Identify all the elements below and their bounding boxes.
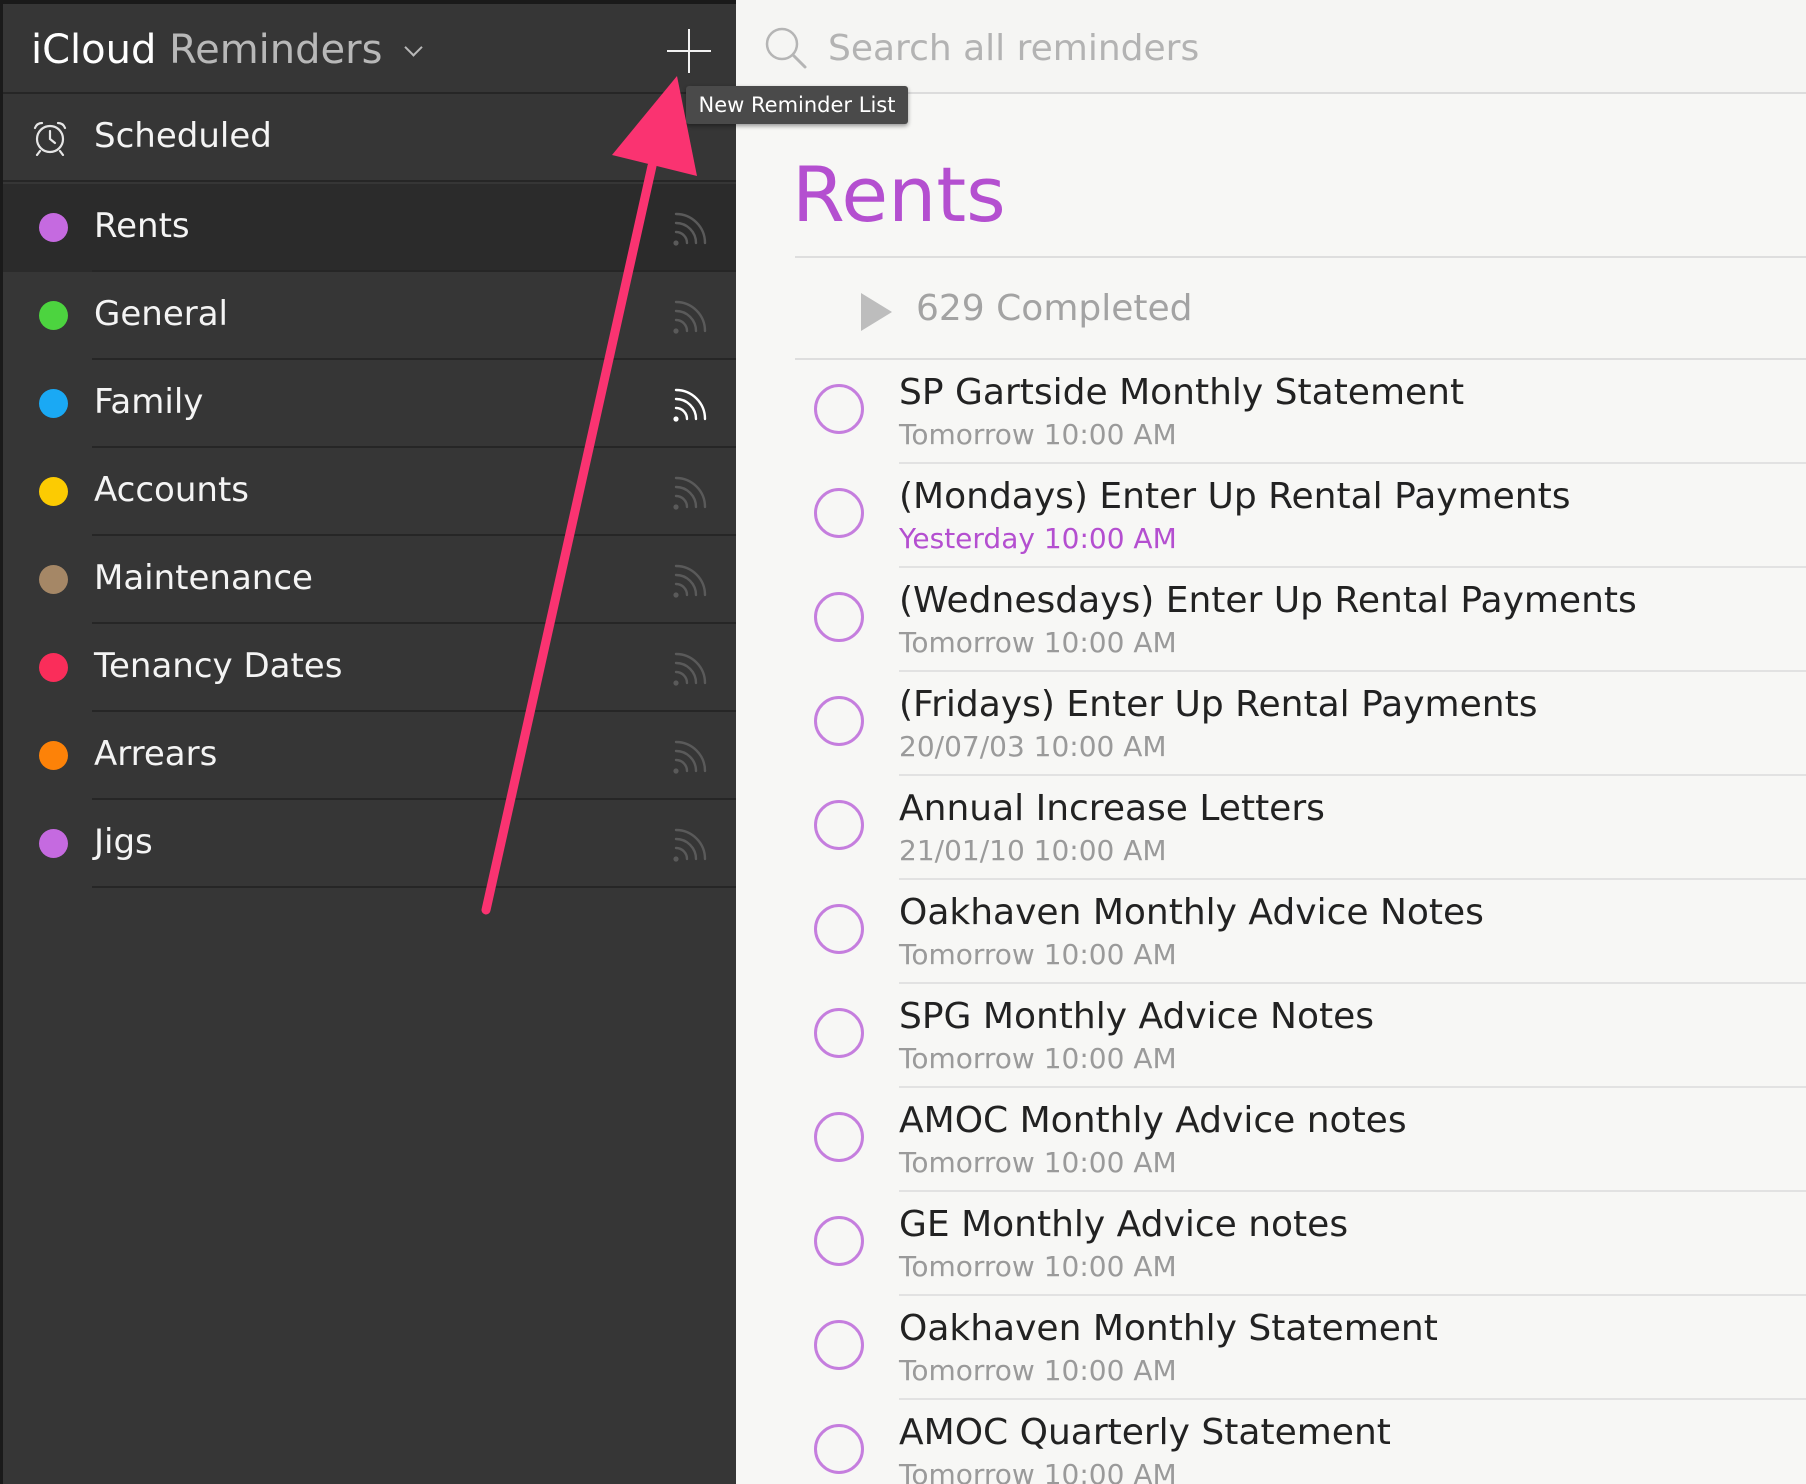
list-color-dot [39, 565, 68, 594]
reminder-due-date: Yesterday 10:00 AM [899, 522, 1177, 555]
list-color-dot [39, 389, 68, 418]
reminder-due-date: 20/07/03 10:00 AM [899, 730, 1167, 763]
reminder-item[interactable]: Annual Increase Letters 21/01/10 10:00 AM [736, 776, 1806, 880]
main-content: Rents 629 Completed SP Gartside Monthly … [736, 0, 1806, 1484]
reminder-due-date: Tomorrow 10:00 AM [899, 1354, 1177, 1387]
complete-checkbox[interactable] [814, 904, 864, 954]
shared-icon[interactable] [671, 296, 711, 340]
list-title: Rents [792, 150, 1006, 239]
reminder-item[interactable]: SPG Monthly Advice Notes Tomorrow 10:00 A… [736, 984, 1806, 1088]
complete-checkbox[interactable] [814, 800, 864, 850]
sidebar-item-label: Accounts [94, 470, 249, 510]
sidebar: iCloud Reminders Scheduled Rents General F… [0, 0, 736, 1484]
sidebar-item-label: Arrears [94, 734, 218, 774]
reminder-title[interactable]: SP Gartside Monthly Statement [899, 372, 1464, 413]
reminder-item[interactable]: (Fridays) Enter Up Rental Payments 20/07/… [736, 672, 1806, 776]
search-input[interactable] [826, 22, 1730, 74]
reminder-title[interactable]: (Mondays) Enter Up Rental Payments [899, 476, 1570, 517]
complete-checkbox[interactable] [814, 592, 864, 642]
reminder-due-date: Tomorrow 10:00 AM [899, 626, 1177, 659]
sidebar-item-label: Jigs [94, 822, 153, 862]
reminder-title[interactable]: AMOC Monthly Advice notes [899, 1100, 1407, 1141]
reminder-title[interactable]: (Fridays) Enter Up Rental Payments [899, 684, 1537, 725]
reminder-due-date: 21/01/10 10:00 AM [899, 834, 1167, 867]
list-color-dot [39, 653, 68, 682]
reminder-due-date: Tomorrow 10:00 AM [899, 1250, 1177, 1283]
sidebar-item-list[interactable]: Accounts [3, 448, 736, 536]
sidebar-item-list[interactable]: Family [3, 360, 736, 448]
reminder-item[interactable]: AMOC Quarterly Statement Tomorrow 10:00 A… [736, 1400, 1806, 1484]
search-bar [736, 0, 1806, 94]
sidebar-item-label: Family [94, 382, 204, 422]
sidebar-item-label: General [94, 294, 228, 334]
sidebar-item-list[interactable]: Jigs [3, 800, 736, 888]
brand-label: iCloud [31, 27, 157, 73]
reminder-due-date: Tomorrow 10:00 AM [899, 418, 1177, 451]
sidebar-item-label: Scheduled [94, 116, 272, 156]
reminder-item[interactable]: GE Monthly Advice notes Tomorrow 10:00 AM [736, 1192, 1806, 1296]
reminder-due-date: Tomorrow 10:00 AM [899, 1458, 1177, 1484]
shared-icon[interactable] [671, 560, 711, 604]
reminder-item[interactable]: AMOC Monthly Advice notes Tomorrow 10:00 … [736, 1088, 1806, 1192]
app-switcher[interactable]: iCloud Reminders [31, 26, 423, 74]
shared-icon[interactable] [671, 648, 711, 692]
reminder-item[interactable]: Oakhaven Monthly Advice Notes Tomorrow 10… [736, 880, 1806, 984]
sidebar-header: iCloud Reminders [3, 4, 736, 94]
shared-icon[interactable] [671, 824, 711, 868]
reminder-title[interactable]: Oakhaven Monthly Advice Notes [899, 892, 1484, 933]
shared-icon[interactable] [671, 384, 711, 428]
sidebar-item-scheduled[interactable]: Scheduled [3, 94, 736, 182]
reminder-title[interactable]: Annual Increase Letters [899, 788, 1325, 829]
reminder-item[interactable]: (Wednesdays) Enter Up Rental Payments Tom… [736, 568, 1806, 672]
reminder-title[interactable]: Oakhaven Monthly Statement [899, 1308, 1438, 1349]
list-color-dot [39, 829, 68, 858]
complete-checkbox[interactable] [814, 488, 864, 538]
list-color-dot [39, 477, 68, 506]
reminder-title[interactable]: GE Monthly Advice notes [899, 1204, 1348, 1245]
sidebar-item-list[interactable]: Rents [3, 184, 736, 272]
sidebar-item-list[interactable]: Maintenance [3, 536, 736, 624]
reminder-due-date: Tomorrow 10:00 AM [899, 1146, 1177, 1179]
sidebar-item-label: Tenancy Dates [94, 646, 343, 686]
complete-checkbox[interactable] [814, 384, 864, 434]
reminder-due-date: Tomorrow 10:00 AM [899, 938, 1177, 971]
sidebar-item-list[interactable]: General [3, 272, 736, 360]
reminder-item[interactable]: SP Gartside Monthly Statement Tomorrow 10… [736, 360, 1806, 464]
list-color-dot [39, 213, 68, 242]
app-name: Reminders [169, 27, 383, 73]
divider [92, 886, 736, 888]
reminder-title[interactable]: AMOC Quarterly Statement [899, 1412, 1391, 1453]
sidebar-item-label: Maintenance [94, 558, 313, 598]
new-reminder-list-button[interactable] [667, 29, 711, 73]
alarm-clock-icon [33, 121, 67, 156]
completed-toggle[interactable]: 629 Completed [795, 258, 1806, 360]
reminder-title[interactable]: (Wednesdays) Enter Up Rental Payments [899, 580, 1637, 621]
sidebar-item-list[interactable]: Arrears [3, 712, 736, 800]
completed-count: 629 Completed [916, 288, 1193, 329]
complete-checkbox[interactable] [814, 1424, 864, 1474]
reminder-due-date: Tomorrow 10:00 AM [899, 1042, 1177, 1075]
shared-icon[interactable] [671, 208, 711, 252]
disclosure-triangle-icon [861, 293, 892, 331]
tooltip: New Reminder List [686, 86, 908, 124]
reminder-item[interactable]: Oakhaven Monthly Statement Tomorrow 10:00… [736, 1296, 1806, 1400]
complete-checkbox[interactable] [814, 1112, 864, 1162]
shared-icon[interactable] [671, 472, 711, 516]
reminder-item[interactable]: (Mondays) Enter Up Rental Payments Yester… [736, 464, 1806, 568]
complete-checkbox[interactable] [814, 1216, 864, 1266]
complete-checkbox[interactable] [814, 1008, 864, 1058]
reminder-title[interactable]: SPG Monthly Advice Notes [899, 996, 1374, 1037]
sidebar-item-label: Rents [94, 206, 190, 246]
shared-icon[interactable] [671, 736, 711, 780]
list-color-dot [39, 301, 68, 330]
search-icon [765, 27, 807, 69]
chevron-down-icon [404, 38, 423, 57]
list-color-dot [39, 741, 68, 770]
complete-checkbox[interactable] [814, 1320, 864, 1370]
sidebar-item-list[interactable]: Tenancy Dates [3, 624, 736, 712]
complete-checkbox[interactable] [814, 696, 864, 746]
